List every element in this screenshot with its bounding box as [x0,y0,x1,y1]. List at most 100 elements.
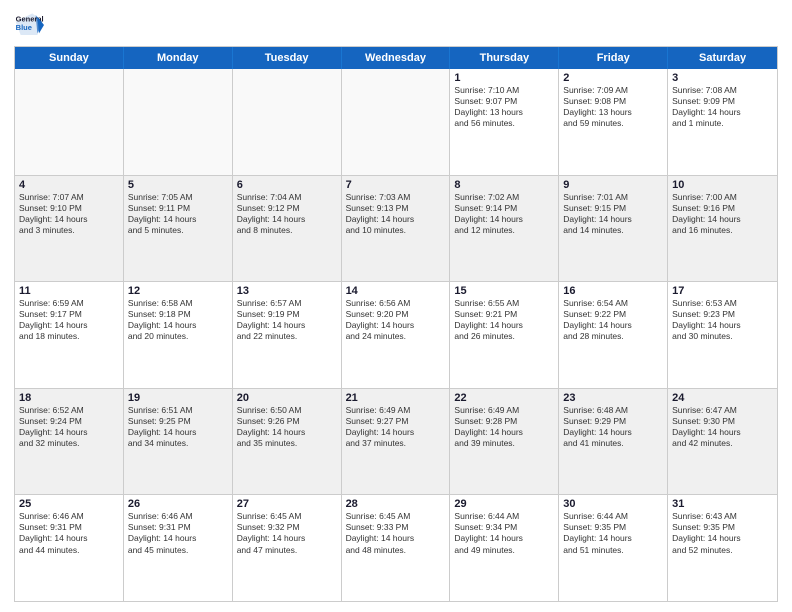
day-cell-25: 25Sunrise: 6:46 AM Sunset: 9:31 PM Dayli… [15,495,124,601]
day-info: Sunrise: 6:55 AM Sunset: 9:21 PM Dayligh… [454,298,554,342]
day-info: Sunrise: 7:02 AM Sunset: 9:14 PM Dayligh… [454,192,554,236]
day-number: 2 [563,72,663,84]
day-info: Sunrise: 6:46 AM Sunset: 9:31 PM Dayligh… [128,511,228,555]
weekday-header-wednesday: Wednesday [342,47,451,69]
day-number: 30 [563,498,663,510]
calendar-row-0: 1Sunrise: 7:10 AM Sunset: 9:07 PM Daylig… [15,69,777,176]
day-info: Sunrise: 6:56 AM Sunset: 9:20 PM Dayligh… [346,298,446,342]
header: General Blue [14,10,778,40]
day-info: Sunrise: 6:46 AM Sunset: 9:31 PM Dayligh… [19,511,119,555]
day-info: Sunrise: 6:57 AM Sunset: 9:19 PM Dayligh… [237,298,337,342]
day-info: Sunrise: 6:45 AM Sunset: 9:33 PM Dayligh… [346,511,446,555]
calendar-row-2: 11Sunrise: 6:59 AM Sunset: 9:17 PM Dayli… [15,282,777,389]
day-info: Sunrise: 7:04 AM Sunset: 9:12 PM Dayligh… [237,192,337,236]
day-cell-27: 27Sunrise: 6:45 AM Sunset: 9:32 PM Dayli… [233,495,342,601]
day-cell-24: 24Sunrise: 6:47 AM Sunset: 9:30 PM Dayli… [668,389,777,495]
day-cell-16: 16Sunrise: 6:54 AM Sunset: 9:22 PM Dayli… [559,282,668,388]
day-info: Sunrise: 6:53 AM Sunset: 9:23 PM Dayligh… [672,298,773,342]
logo: General Blue [14,10,44,40]
day-cell-8: 8Sunrise: 7:02 AM Sunset: 9:14 PM Daylig… [450,176,559,282]
day-number: 21 [346,392,446,404]
weekday-header-friday: Friday [559,47,668,69]
day-number: 14 [346,285,446,297]
day-info: Sunrise: 7:00 AM Sunset: 9:16 PM Dayligh… [672,192,773,236]
day-number: 1 [454,72,554,84]
weekday-header-monday: Monday [124,47,233,69]
page: General Blue SundayMondayTuesdayWednesda… [0,0,792,612]
day-number: 16 [563,285,663,297]
day-info: Sunrise: 7:08 AM Sunset: 9:09 PM Dayligh… [672,85,773,129]
calendar-header: SundayMondayTuesdayWednesdayThursdayFrid… [15,47,777,69]
day-cell-28: 28Sunrise: 6:45 AM Sunset: 9:33 PM Dayli… [342,495,451,601]
day-number: 19 [128,392,228,404]
day-info: Sunrise: 7:05 AM Sunset: 9:11 PM Dayligh… [128,192,228,236]
empty-cell [342,69,451,175]
day-cell-11: 11Sunrise: 6:59 AM Sunset: 9:17 PM Dayli… [15,282,124,388]
calendar-row-1: 4Sunrise: 7:07 AM Sunset: 9:10 PM Daylig… [15,176,777,283]
day-number: 20 [237,392,337,404]
day-cell-19: 19Sunrise: 6:51 AM Sunset: 9:25 PM Dayli… [124,389,233,495]
day-info: Sunrise: 6:59 AM Sunset: 9:17 PM Dayligh… [19,298,119,342]
day-cell-29: 29Sunrise: 6:44 AM Sunset: 9:34 PM Dayli… [450,495,559,601]
day-cell-30: 30Sunrise: 6:44 AM Sunset: 9:35 PM Dayli… [559,495,668,601]
day-info: Sunrise: 7:03 AM Sunset: 9:13 PM Dayligh… [346,192,446,236]
day-number: 4 [19,179,119,191]
svg-text:Blue: Blue [16,23,32,32]
day-info: Sunrise: 6:52 AM Sunset: 9:24 PM Dayligh… [19,405,119,449]
day-info: Sunrise: 6:58 AM Sunset: 9:18 PM Dayligh… [128,298,228,342]
day-cell-15: 15Sunrise: 6:55 AM Sunset: 9:21 PM Dayli… [450,282,559,388]
weekday-header-saturday: Saturday [668,47,777,69]
day-info: Sunrise: 6:50 AM Sunset: 9:26 PM Dayligh… [237,405,337,449]
day-cell-6: 6Sunrise: 7:04 AM Sunset: 9:12 PM Daylig… [233,176,342,282]
day-cell-21: 21Sunrise: 6:49 AM Sunset: 9:27 PM Dayli… [342,389,451,495]
empty-cell [233,69,342,175]
day-number: 6 [237,179,337,191]
calendar: SundayMondayTuesdayWednesdayThursdayFrid… [14,46,778,602]
day-cell-22: 22Sunrise: 6:49 AM Sunset: 9:28 PM Dayli… [450,389,559,495]
day-info: Sunrise: 6:51 AM Sunset: 9:25 PM Dayligh… [128,405,228,449]
day-info: Sunrise: 7:01 AM Sunset: 9:15 PM Dayligh… [563,192,663,236]
calendar-row-3: 18Sunrise: 6:52 AM Sunset: 9:24 PM Dayli… [15,389,777,496]
day-info: Sunrise: 6:43 AM Sunset: 9:35 PM Dayligh… [672,511,773,555]
day-info: Sunrise: 6:44 AM Sunset: 9:35 PM Dayligh… [563,511,663,555]
day-cell-17: 17Sunrise: 6:53 AM Sunset: 9:23 PM Dayli… [668,282,777,388]
weekday-header-tuesday: Tuesday [233,47,342,69]
day-cell-9: 9Sunrise: 7:01 AM Sunset: 9:15 PM Daylig… [559,176,668,282]
day-cell-2: 2Sunrise: 7:09 AM Sunset: 9:08 PM Daylig… [559,69,668,175]
weekday-header-thursday: Thursday [450,47,559,69]
day-cell-7: 7Sunrise: 7:03 AM Sunset: 9:13 PM Daylig… [342,176,451,282]
day-info: Sunrise: 6:49 AM Sunset: 9:27 PM Dayligh… [346,405,446,449]
day-number: 15 [454,285,554,297]
day-number: 25 [19,498,119,510]
day-info: Sunrise: 7:10 AM Sunset: 9:07 PM Dayligh… [454,85,554,129]
day-info: Sunrise: 7:09 AM Sunset: 9:08 PM Dayligh… [563,85,663,129]
day-number: 26 [128,498,228,510]
day-info: Sunrise: 6:54 AM Sunset: 9:22 PM Dayligh… [563,298,663,342]
calendar-body: 1Sunrise: 7:10 AM Sunset: 9:07 PM Daylig… [15,69,777,601]
day-number: 31 [672,498,773,510]
day-cell-20: 20Sunrise: 6:50 AM Sunset: 9:26 PM Dayli… [233,389,342,495]
day-cell-12: 12Sunrise: 6:58 AM Sunset: 9:18 PM Dayli… [124,282,233,388]
day-number: 23 [563,392,663,404]
day-cell-4: 4Sunrise: 7:07 AM Sunset: 9:10 PM Daylig… [15,176,124,282]
day-number: 5 [128,179,228,191]
day-number: 7 [346,179,446,191]
day-cell-3: 3Sunrise: 7:08 AM Sunset: 9:09 PM Daylig… [668,69,777,175]
day-cell-10: 10Sunrise: 7:00 AM Sunset: 9:16 PM Dayli… [668,176,777,282]
day-cell-5: 5Sunrise: 7:05 AM Sunset: 9:11 PM Daylig… [124,176,233,282]
day-number: 13 [237,285,337,297]
day-number: 3 [672,72,773,84]
day-number: 10 [672,179,773,191]
day-info: Sunrise: 6:47 AM Sunset: 9:30 PM Dayligh… [672,405,773,449]
day-cell-26: 26Sunrise: 6:46 AM Sunset: 9:31 PM Dayli… [124,495,233,601]
weekday-header-sunday: Sunday [15,47,124,69]
day-number: 28 [346,498,446,510]
day-info: Sunrise: 6:44 AM Sunset: 9:34 PM Dayligh… [454,511,554,555]
day-number: 27 [237,498,337,510]
day-number: 22 [454,392,554,404]
empty-cell [15,69,124,175]
day-info: Sunrise: 6:45 AM Sunset: 9:32 PM Dayligh… [237,511,337,555]
day-number: 9 [563,179,663,191]
day-cell-1: 1Sunrise: 7:10 AM Sunset: 9:07 PM Daylig… [450,69,559,175]
day-info: Sunrise: 6:49 AM Sunset: 9:28 PM Dayligh… [454,405,554,449]
